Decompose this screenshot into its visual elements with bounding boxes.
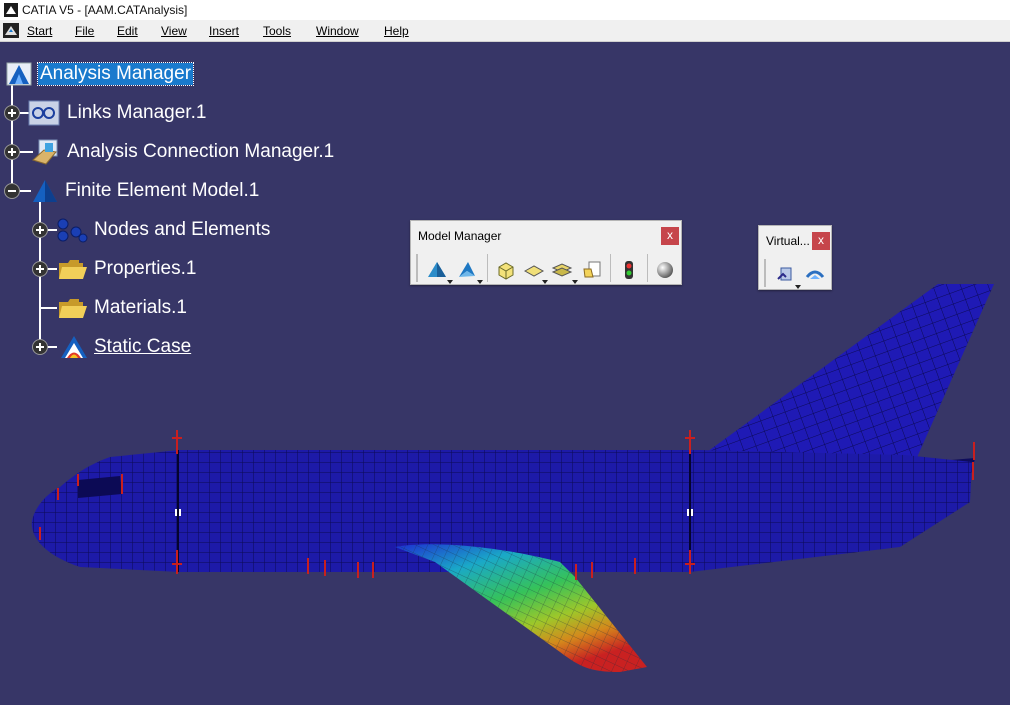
folder-icon <box>59 260 87 279</box>
rigid-virtual-part-icon[interactable] <box>775 263 797 285</box>
toolbar-grip[interactable] <box>416 254 418 282</box>
start-logo-icon[interactable] <box>3 23 19 38</box>
connection-manager-icon <box>32 139 58 165</box>
window-title: CATIA V5 - [AAM.CATAnalysis] <box>22 3 188 17</box>
menu-view[interactable]: View <box>161 24 187 38</box>
close-icon[interactable]: x <box>812 232 830 250</box>
tree-label: Materials.1 <box>94 297 187 318</box>
tetra-mesher-icon[interactable] <box>456 259 478 281</box>
tree-label: Analysis Connection Manager.1 <box>67 141 335 162</box>
solid-property-icon[interactable] <box>495 259 517 281</box>
analysis-manager-icon <box>6 62 32 86</box>
toolbar-separator <box>647 254 648 282</box>
folder-icon <box>59 299 87 318</box>
tree-node-materials[interactable]: Materials.1 <box>57 294 187 322</box>
model-manager-toolbar: Model Manager x <box>410 220 682 285</box>
toolbar-separator <box>610 254 611 282</box>
menu-edit[interactable]: Edit <box>117 24 138 38</box>
tree-node-properties[interactable]: Properties.1 <box>57 255 196 283</box>
user-material-icon[interactable] <box>581 259 603 281</box>
menu-file[interactable]: File <box>75 24 94 38</box>
toolbar-grip[interactable] <box>764 259 766 287</box>
close-icon[interactable]: x <box>661 227 679 245</box>
tree-label: Properties.1 <box>94 258 197 279</box>
3d-viewport[interactable]: Analysis Manager Links Manager.1 Analysi… <box>0 42 1010 705</box>
fem-icon <box>33 180 57 202</box>
static-case-icon <box>61 336 87 358</box>
expand-toggle[interactable] <box>32 261 48 277</box>
tree-label: Analysis Manager <box>36 62 195 86</box>
menu-insert[interactable]: Insert <box>209 24 239 38</box>
menu-start[interactable]: Start <box>27 24 52 38</box>
dropdown-arrow-icon[interactable] <box>572 280 578 284</box>
expand-toggle[interactable] <box>4 144 20 160</box>
menu-bar: Start File Edit View Insert Tools Window… <box>0 20 1010 42</box>
dropdown-arrow-icon[interactable] <box>795 285 801 289</box>
virtual-toolbar: Virtual... x <box>758 225 832 290</box>
expand-toggle[interactable] <box>4 105 20 121</box>
tree-label: Links Manager.1 <box>67 102 207 123</box>
shell-property-icon[interactable] <box>523 259 545 281</box>
tree-connector <box>11 80 13 188</box>
nodes-elements-icon <box>57 218 88 243</box>
catia-app-icon <box>4 3 18 17</box>
mesh-part-icon[interactable] <box>426 259 448 281</box>
model-checker-icon[interactable] <box>618 259 640 281</box>
menu-window[interactable]: Window <box>316 24 359 38</box>
material-sphere-icon[interactable] <box>654 259 676 281</box>
toolbar-title: Virtual... <box>766 234 810 248</box>
expand-toggle[interactable] <box>32 222 48 238</box>
tree-node-analysis-manager[interactable]: Analysis Manager <box>5 60 195 88</box>
tree-node-links-manager[interactable]: Links Manager.1 <box>28 99 206 127</box>
tree-label: Nodes and Elements <box>94 219 271 240</box>
menu-help[interactable]: Help <box>384 24 409 38</box>
tree-connector <box>41 307 57 309</box>
tree-label: Finite Element Model.1 <box>65 180 260 201</box>
links-manager-icon <box>28 100 60 126</box>
menu-tools[interactable]: Tools <box>263 24 291 38</box>
tree-label: Static Case <box>94 336 192 357</box>
toolbar-separator <box>487 254 488 282</box>
composite-property-icon[interactable] <box>551 259 573 281</box>
tree-node-nodes-and-elements[interactable]: Nodes and Elements <box>55 216 270 244</box>
smooth-virtual-part-icon[interactable] <box>804 263 826 285</box>
dropdown-arrow-icon[interactable] <box>477 280 483 284</box>
tree-node-static-case[interactable]: Static Case <box>59 333 191 361</box>
tree-node-finite-element-model[interactable]: Finite Element Model.1 <box>30 177 259 205</box>
title-bar: CATIA V5 - [AAM.CATAnalysis] <box>0 0 1010 20</box>
tree-node-analysis-connection-manager[interactable]: Analysis Connection Manager.1 <box>30 138 334 166</box>
expand-toggle[interactable] <box>32 339 48 355</box>
dropdown-arrow-icon[interactable] <box>542 280 548 284</box>
toolbar-title: Model Manager <box>418 229 502 243</box>
dropdown-arrow-icon[interactable] <box>447 280 453 284</box>
collapse-toggle[interactable] <box>4 183 20 199</box>
